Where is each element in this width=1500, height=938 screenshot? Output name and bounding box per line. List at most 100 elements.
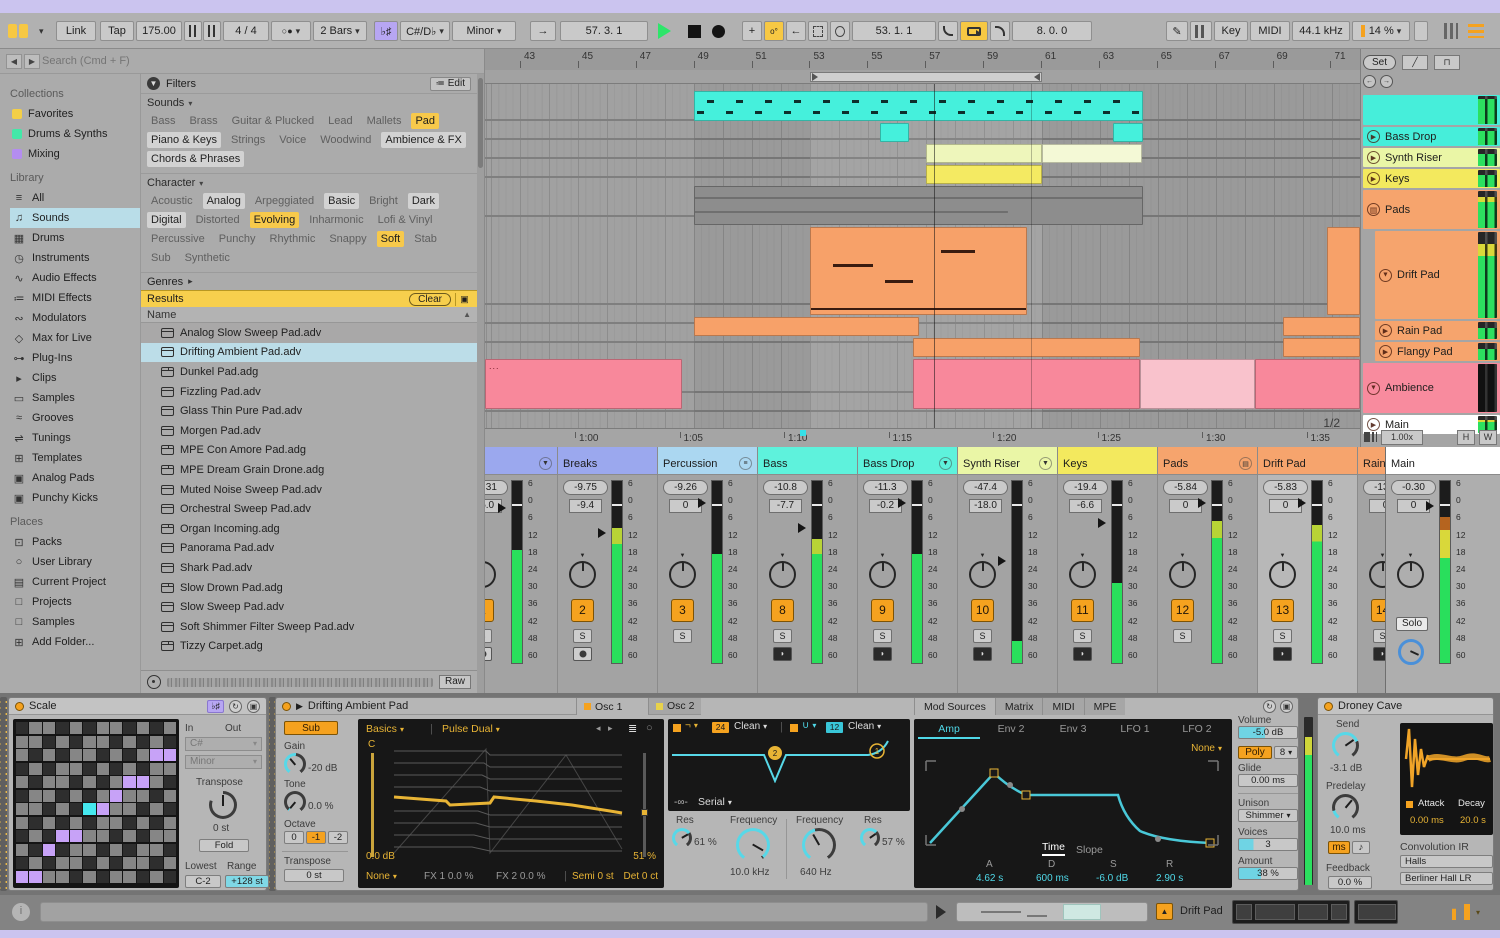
filter-chip[interactable]: Strings (227, 132, 269, 148)
mixer-track-name[interactable]: Bass (763, 458, 787, 470)
glide-field[interactable]: 0.00 ms (1238, 774, 1298, 787)
result-item[interactable]: Tizzy Carpet.adg (141, 637, 477, 657)
filter-chip[interactable]: Stab (410, 231, 441, 247)
arm-or-monitor-button[interactable] (973, 647, 992, 661)
quantize-menu[interactable]: 2 Bars (313, 21, 367, 41)
track-activator-button[interactable]: 8 (771, 599, 794, 622)
mini-play-icon[interactable] (936, 905, 946, 919)
new-button[interactable]: + (742, 21, 762, 41)
mixer-track-name[interactable]: Drift Pad (1263, 458, 1306, 470)
height-zoom-button[interactable]: H (1457, 429, 1475, 445)
predelay-knob[interactable] (1332, 794, 1359, 821)
next-track-button[interactable]: → (1380, 75, 1393, 88)
mixer-track-name[interactable]: Main (1391, 458, 1415, 470)
solo-button[interactable]: S (573, 629, 592, 643)
arrangement-clip[interactable] (1140, 359, 1255, 409)
result-item[interactable]: Drifting Ambient Pad.adv (141, 342, 477, 363)
filter-chip[interactable]: Digital (147, 212, 186, 228)
arrangement-area[interactable]: 43 45 47 49 51 53 55 57 59 61 63 65 67 69 71 (485, 49, 1360, 447)
mixer-strip[interactable]: Synth Riser -47.4 -18.0 6 0 6 12 18 24 3… (957, 447, 1057, 693)
computer-midi-keyboard-button[interactable] (1190, 21, 1212, 41)
mixer-track-name[interactable]: Keys (1063, 458, 1087, 470)
scale-mode-button[interactable]: ♭♯ (374, 21, 398, 41)
range-field[interactable]: +128 st (225, 875, 269, 888)
result-item[interactable]: Organ Incoming.adg (141, 519, 477, 539)
env-slope-toggle[interactable]: Slope (1076, 844, 1103, 856)
freq1-knob[interactable] (736, 828, 770, 862)
filter-chip[interactable]: Pad (411, 113, 440, 129)
filter-chip[interactable]: Piano & Keys (147, 132, 222, 148)
root-note-menu[interactable]: C#/D♭ (400, 21, 450, 41)
zoom-level-field[interactable]: 1.00x (1381, 429, 1423, 445)
result-item[interactable]: Orchestral Sweep Pad.adv (141, 499, 477, 519)
follow-button[interactable]: → (530, 21, 556, 41)
envelope-tab[interactable]: Env 3 (1042, 721, 1104, 739)
tempo-field[interactable]: 175.00 (136, 21, 182, 41)
track-menu-icon[interactable] (1039, 457, 1052, 470)
track-header[interactable]: Keys (1363, 169, 1500, 188)
freq1-value[interactable]: 10.0 kHz (730, 867, 769, 878)
places-item[interactable]: ⊞ Add Folder... (10, 632, 140, 652)
arm-or-monitor-button[interactable] (1273, 647, 1292, 661)
track-menu-icon[interactable] (1239, 457, 1252, 470)
pan-knob[interactable] (1069, 561, 1096, 588)
filter-chip[interactable]: Synthetic (181, 250, 234, 266)
arrangement-clip[interactable] (1042, 144, 1142, 163)
res2-knob[interactable] (860, 828, 880, 848)
track-fold-icon[interactable] (1379, 324, 1392, 337)
browser-scrollbar[interactable] (477, 74, 484, 693)
freq2-knob[interactable] (802, 828, 836, 862)
fader-arrow-icon[interactable] (1198, 498, 1206, 508)
arrangement-clip[interactable] (694, 91, 1143, 121)
filter2-shape-icon[interactable]: ∪ (802, 720, 816, 731)
nudge-up-button[interactable] (203, 21, 221, 41)
metronome-button[interactable]: ○● (271, 21, 311, 41)
track-activator-button[interactable]: 11 (1071, 599, 1094, 622)
save-filter-button[interactable]: ▣ (455, 292, 473, 306)
fold-button[interactable]: Fold (199, 839, 249, 852)
fader-arrow-icon[interactable] (698, 498, 706, 508)
octave-button[interactable]: -2 (328, 831, 348, 844)
track-activator-button[interactable]: 13 (1271, 599, 1294, 622)
filter-chip[interactable]: Mallets (363, 113, 406, 129)
library-item[interactable]: ≡ All (10, 188, 140, 208)
amount-field[interactable]: 38 % (1238, 867, 1298, 880)
filter-chip[interactable]: Evolving (249, 212, 300, 228)
reverb-device[interactable]: Droney Cave Send -3.1 dB Predelay 10.0 m… (1317, 697, 1494, 891)
result-item[interactable]: Soft Shimmer Filter Sweep Pad.adv (141, 617, 477, 637)
scale-device[interactable]: Scale ♭♯ ↻ ▣ In Out C# Minor Transpose 0… (8, 697, 269, 891)
fader-arrow-icon[interactable] (798, 523, 806, 533)
save-preset-icon[interactable]: ▣ (247, 699, 260, 713)
library-item[interactable]: ≔ MIDI Effects (10, 288, 140, 308)
peak-level-display[interactable]: -11.3 (863, 480, 908, 495)
track-fold-icon[interactable] (1367, 151, 1380, 164)
record-button[interactable] (712, 21, 725, 41)
fader-arrow-icon[interactable] (998, 556, 1006, 566)
track-name[interactable]: Bass Drop (1385, 131, 1436, 143)
peak-level-display[interactable]: -5.83 (1263, 480, 1308, 495)
track-fold-icon[interactable] (1379, 268, 1392, 282)
filter-chip[interactable]: Dark (407, 193, 440, 209)
lowest-field[interactable]: C-2 (185, 875, 221, 888)
wavetable-bank-menu[interactable]: Basics (366, 723, 404, 735)
device-title[interactable]: Droney Cave (1338, 700, 1402, 712)
freq2-value[interactable]: 640 Hz (800, 867, 832, 878)
filter-chip[interactable]: Basic (324, 193, 360, 209)
browser-forward-button[interactable]: ▶ (24, 53, 40, 69)
send-knob[interactable] (1332, 732, 1359, 759)
filter-chip[interactable]: Guitar & Plucked (228, 113, 319, 129)
list-view-icon[interactable]: ≣ (628, 722, 637, 735)
mixer-strip[interactable]: Pads -5.84 0 6 0 6 12 18 24 30 36 42 48 … (1157, 447, 1257, 693)
character-filter-title[interactable]: Character (147, 177, 471, 189)
mixer-track-name[interactable]: Synth Riser (963, 458, 1020, 470)
detune-value[interactable]: Det 0 ct (624, 871, 658, 882)
env-time-toggle[interactable]: Time (1042, 841, 1065, 856)
track-menu-icon[interactable] (939, 457, 952, 470)
device-chain-minimap[interactable] (1354, 900, 1398, 924)
pan-knob[interactable] (485, 561, 496, 588)
arrangement-clip[interactable] (913, 359, 1140, 409)
wt-position-value[interactable]: 51 % (633, 851, 656, 862)
preview-headphone-icon[interactable] (147, 675, 161, 689)
stop-button[interactable] (688, 21, 701, 41)
ableton-logo-icon[interactable] (8, 21, 30, 41)
